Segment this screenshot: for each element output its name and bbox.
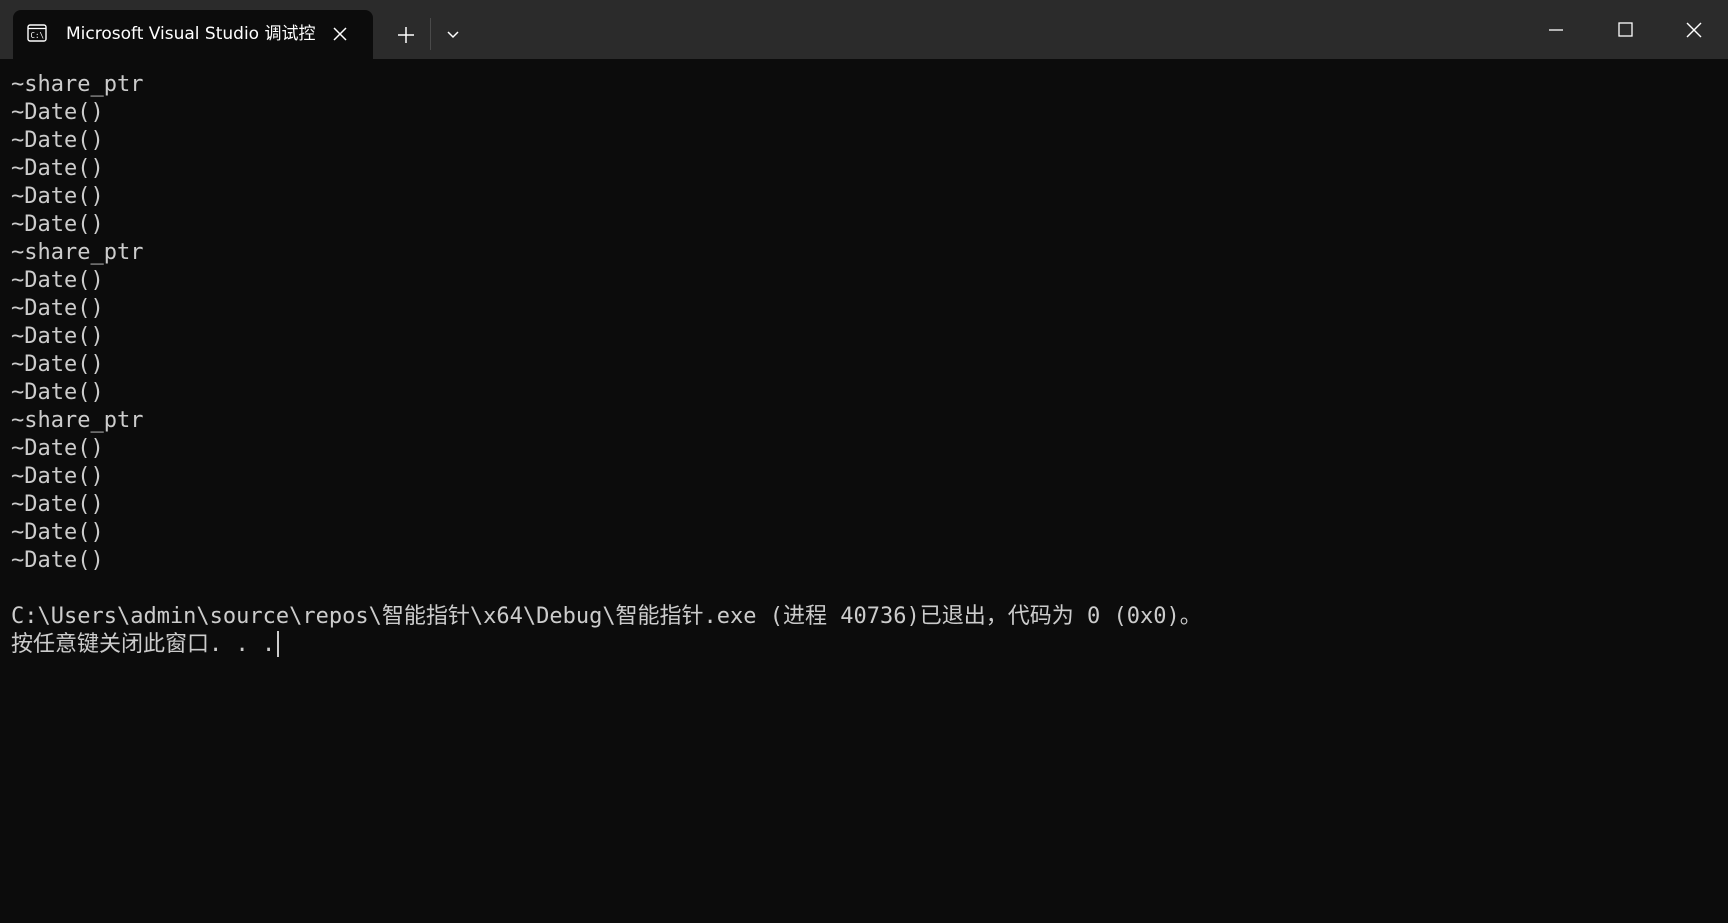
output-line: ~Date() [11, 268, 104, 293]
tab-close-icon[interactable] [330, 24, 350, 44]
output-line: ~share_ptr [11, 408, 144, 433]
output-line: ~Date() [11, 352, 104, 377]
tab-separator [430, 18, 431, 50]
console-icon: C:\ [27, 24, 47, 42]
output-line: ~Date() [11, 492, 104, 517]
svg-text:C:\: C:\ [31, 31, 45, 40]
tab-debug-console[interactable]: C:\ Microsoft Visual Studio 调试控 [13, 10, 373, 59]
terminal-window: C:\ Microsoft Visual Studio 调试控 ~share_p… [0, 0, 1728, 923]
output-line: ~share_ptr [11, 72, 144, 97]
plus-icon [398, 27, 414, 43]
tab-title: Microsoft Visual Studio 调试控 [66, 24, 316, 44]
output-line: ~share_ptr [11, 240, 144, 265]
close-window-button[interactable] [1671, 10, 1717, 50]
output-line: ~Date() [11, 184, 104, 209]
new-tab-button[interactable] [390, 20, 422, 50]
prompt-line: 按任意键关闭此窗口. . . [11, 631, 1717, 659]
output-line: ~Date() [11, 436, 104, 461]
output-line: ~Date() [11, 520, 104, 545]
output-line: ~Date() [11, 380, 104, 405]
minimize-button[interactable] [1533, 10, 1579, 50]
tab-dropdown-button[interactable] [437, 20, 469, 50]
chevron-down-icon [447, 31, 459, 39]
maximize-icon [1618, 22, 1633, 37]
terminal-output[interactable]: ~share_ptr ~Date() ~Date() ~Date() ~Date… [11, 71, 1717, 911]
output-line: ~Date() [11, 100, 104, 125]
text-cursor [277, 631, 280, 657]
close-icon [1686, 22, 1702, 38]
output-line: ~Date() [11, 548, 104, 573]
output-line: ~Date() [11, 464, 104, 489]
prompt-text: 按任意键关闭此窗口. . . [11, 632, 276, 657]
output-line: ~Date() [11, 324, 104, 349]
output-line: ~Date() [11, 128, 104, 153]
maximize-button[interactable] [1602, 10, 1648, 50]
output-line: ~Date() [11, 296, 104, 321]
exit-message-line: C:\Users\admin\source\repos\智能指针\x64\Deb… [11, 604, 1202, 629]
title-bar: C:\ Microsoft Visual Studio 调试控 [0, 0, 1728, 59]
output-line: ~Date() [11, 156, 104, 181]
output-line: ~Date() [11, 212, 104, 237]
